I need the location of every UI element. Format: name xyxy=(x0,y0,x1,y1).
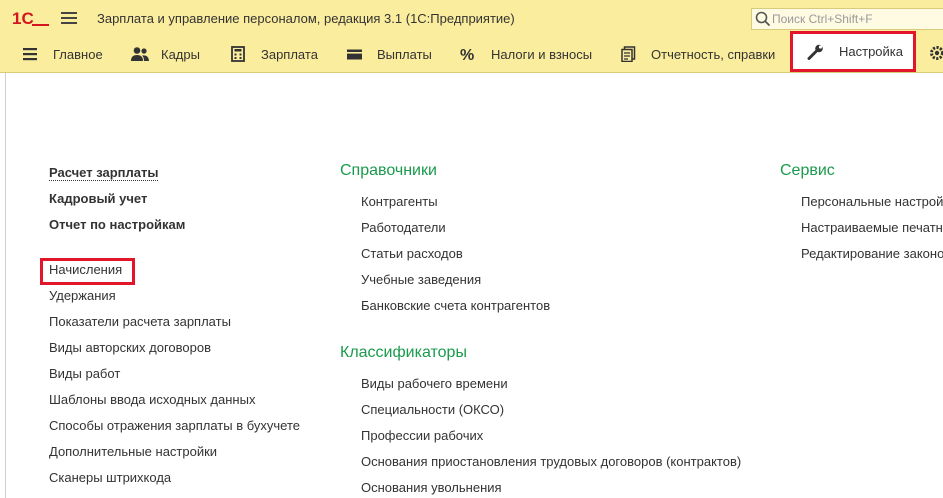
people-icon xyxy=(130,46,150,62)
link-specialties-okso[interactable]: Специальности (ОКСО) xyxy=(361,402,504,417)
link-contract-suspension-grounds[interactable]: Основания приостановления трудовых догов… xyxy=(361,454,741,469)
link-additional-settings[interactable]: Дополнительные настройки xyxy=(49,444,217,459)
section-label: Отчетность, справки xyxy=(651,46,776,62)
link-input-templates[interactable]: Шаблоны ввода исходных данных xyxy=(49,392,255,407)
logo-text: 1С xyxy=(12,9,34,27)
section-reports[interactable]: Отчетность, справки xyxy=(620,36,775,72)
link-counterparty-bank-accounts[interactable]: Банковские счета контрагентов xyxy=(361,298,550,313)
section-label: Настройка xyxy=(839,44,903,59)
section-label: Кадры xyxy=(161,46,200,62)
search-box[interactable] xyxy=(751,8,943,30)
app-title: Зарплата и управление персоналом, редакц… xyxy=(97,11,515,26)
calculator-icon xyxy=(230,46,250,62)
link-settings-report[interactable]: Отчет по настройкам xyxy=(49,217,185,232)
section-main[interactable]: Главное xyxy=(22,36,103,72)
wallet-icon xyxy=(346,46,366,62)
wrench-icon xyxy=(807,44,827,60)
heading-classifiers: Классификаторы xyxy=(340,344,467,361)
section-label: Налоги и взносы xyxy=(491,46,593,62)
link-author-contract-types[interactable]: Виды авторских договоров xyxy=(49,340,211,355)
main-menu-icon[interactable] xyxy=(61,12,77,24)
percent-icon: % xyxy=(460,46,480,62)
section-label: Выплаты xyxy=(377,46,432,62)
heading-directories: Справочники xyxy=(340,162,437,179)
content-frame-border xyxy=(5,73,6,498)
section-personnel[interactable]: Кадры xyxy=(130,36,200,72)
section-label: Зарплата xyxy=(261,46,318,62)
svg-text:%: % xyxy=(460,47,474,62)
gear-icon[interactable] xyxy=(928,44,943,62)
link-accruals[interactable]: Начисления xyxy=(49,262,122,277)
link-counterparties[interactable]: Контрагенты xyxy=(361,194,438,209)
link-dismissal-grounds[interactable]: Основания увольнения xyxy=(361,480,502,495)
link-hr-accounting[interactable]: Кадровый учет xyxy=(49,191,147,206)
link-employers[interactable]: Работодатели xyxy=(361,220,446,235)
link-deductions[interactable]: Удержания xyxy=(49,288,116,303)
link-payroll-calculation[interactable]: Расчет зарплаты xyxy=(49,165,159,181)
link-worker-professions[interactable]: Профессии рабочих xyxy=(361,428,483,443)
1c-logo-icon[interactable]: 1С xyxy=(12,9,50,27)
section-settings[interactable]: Настройка xyxy=(790,31,916,72)
search-input[interactable] xyxy=(772,10,940,28)
link-work-types[interactable]: Виды работ xyxy=(49,366,120,381)
link-barcode-scanners[interactable]: Сканеры штрихкода xyxy=(49,470,171,485)
menu-lines-icon xyxy=(22,46,42,62)
section-taxes[interactable]: % Налоги и взносы xyxy=(460,36,592,72)
link-salary-indicators[interactable]: Показатели расчета зарплаты xyxy=(49,314,231,329)
section-salary[interactable]: Зарплата xyxy=(230,36,318,72)
search-icon[interactable] xyxy=(755,11,771,27)
link-custom-print-forms[interactable]: Настраиваемые печатн xyxy=(801,220,943,235)
section-payments[interactable]: Выплаты xyxy=(346,36,432,72)
link-educational-institutions[interactable]: Учебные заведения xyxy=(361,272,481,287)
link-expense-items[interactable]: Статьи расходов xyxy=(361,246,463,261)
link-working-time-types[interactable]: Виды рабочего времени xyxy=(361,376,508,391)
heading-service: Сервис xyxy=(780,162,835,179)
link-personal-settings[interactable]: Персональные настрой xyxy=(801,194,943,209)
section-label: Главное xyxy=(53,46,103,62)
link-edit-legislation[interactable]: Редактирование законо xyxy=(801,246,943,261)
report-icon xyxy=(620,46,640,62)
link-accounting-reflection[interactable]: Способы отражения зарплаты в бухучете xyxy=(49,418,300,433)
